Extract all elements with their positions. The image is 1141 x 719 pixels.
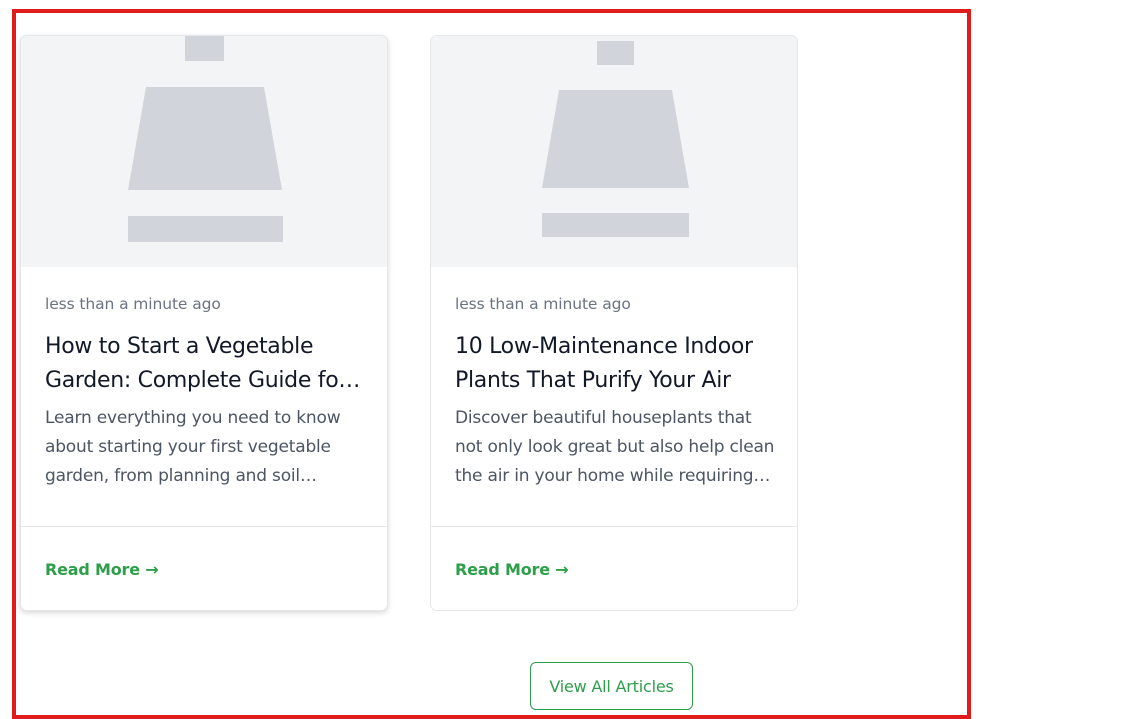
article-content: less than a minute ago 10 Low-Maintenanc… [455, 294, 777, 491]
article-footer: Read More → [431, 526, 797, 610]
article-footer: Read More → [21, 526, 387, 610]
image-placeholder-icon [128, 36, 283, 242]
article-excerpt: Discover beautiful houseplants that not … [455, 408, 775, 486]
article-date: less than a minute ago [45, 295, 221, 313]
article-content: less than a minute ago How to Start a Ve… [45, 294, 367, 491]
article-title[interactable]: How to Start a Vegetable Garden: Complet… [45, 330, 367, 398]
image-placeholder-icon [542, 41, 689, 237]
article-date: less than a minute ago [455, 295, 631, 313]
article-title[interactable]: 10 Low-Maintenance Indoor Plants That Pu… [455, 330, 777, 398]
article-image-placeholder [431, 36, 797, 267]
view-all-articles-button[interactable]: View All Articles [530, 662, 693, 710]
article-card[interactable]: less than a minute ago 10 Low-Maintenanc… [430, 35, 798, 611]
read-more-link[interactable]: Read More → [455, 560, 569, 579]
article-image-placeholder [21, 36, 387, 267]
read-more-link[interactable]: Read More → [45, 560, 159, 579]
articles-section: less than a minute ago How to Start a Ve… [12, 9, 971, 719]
article-excerpt: Learn everything you need to know about … [45, 408, 341, 486]
article-card[interactable]: less than a minute ago How to Start a Ve… [20, 35, 388, 611]
